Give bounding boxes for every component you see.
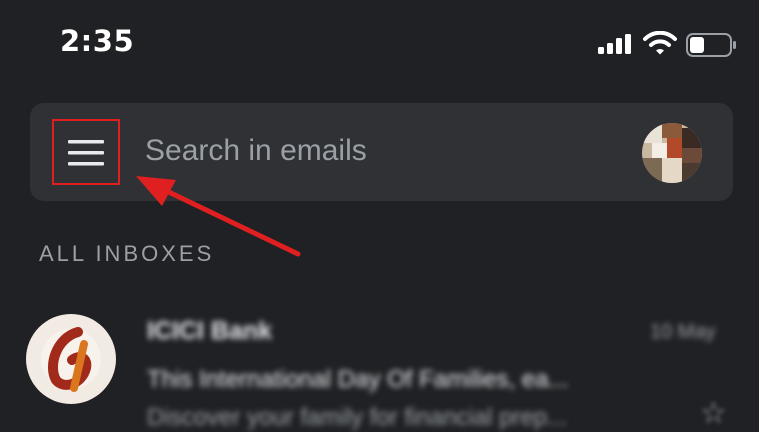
email-sender: ICICI Bank	[147, 317, 273, 345]
sender-avatar	[26, 314, 116, 404]
status-bar: 2:35	[0, 0, 759, 90]
section-title: ALL INBOXES	[39, 241, 215, 266]
account-avatar[interactable]	[642, 123, 702, 183]
sender-logo-icon	[26, 314, 116, 404]
email-time: 10 May	[650, 321, 716, 343]
hamburger-menu-icon	[68, 140, 104, 166]
star-icon[interactable]: ☆	[700, 396, 727, 431]
avatar-image	[642, 123, 702, 183]
status-time: 2:35	[60, 24, 135, 58]
wifi-icon	[643, 31, 677, 55]
cellular-signal-icon	[598, 34, 631, 54]
search-input[interactable]: Search in emails	[145, 134, 367, 168]
email-snippet: Discover your family for financial prep.…	[147, 404, 568, 431]
email-subject: This International Day Of Families, ea..…	[147, 366, 569, 393]
battery-icon	[686, 33, 736, 57]
menu-button[interactable]	[52, 119, 120, 185]
email-list-item[interactable]: ICICI Bank 10 May This International Day…	[0, 300, 759, 431]
